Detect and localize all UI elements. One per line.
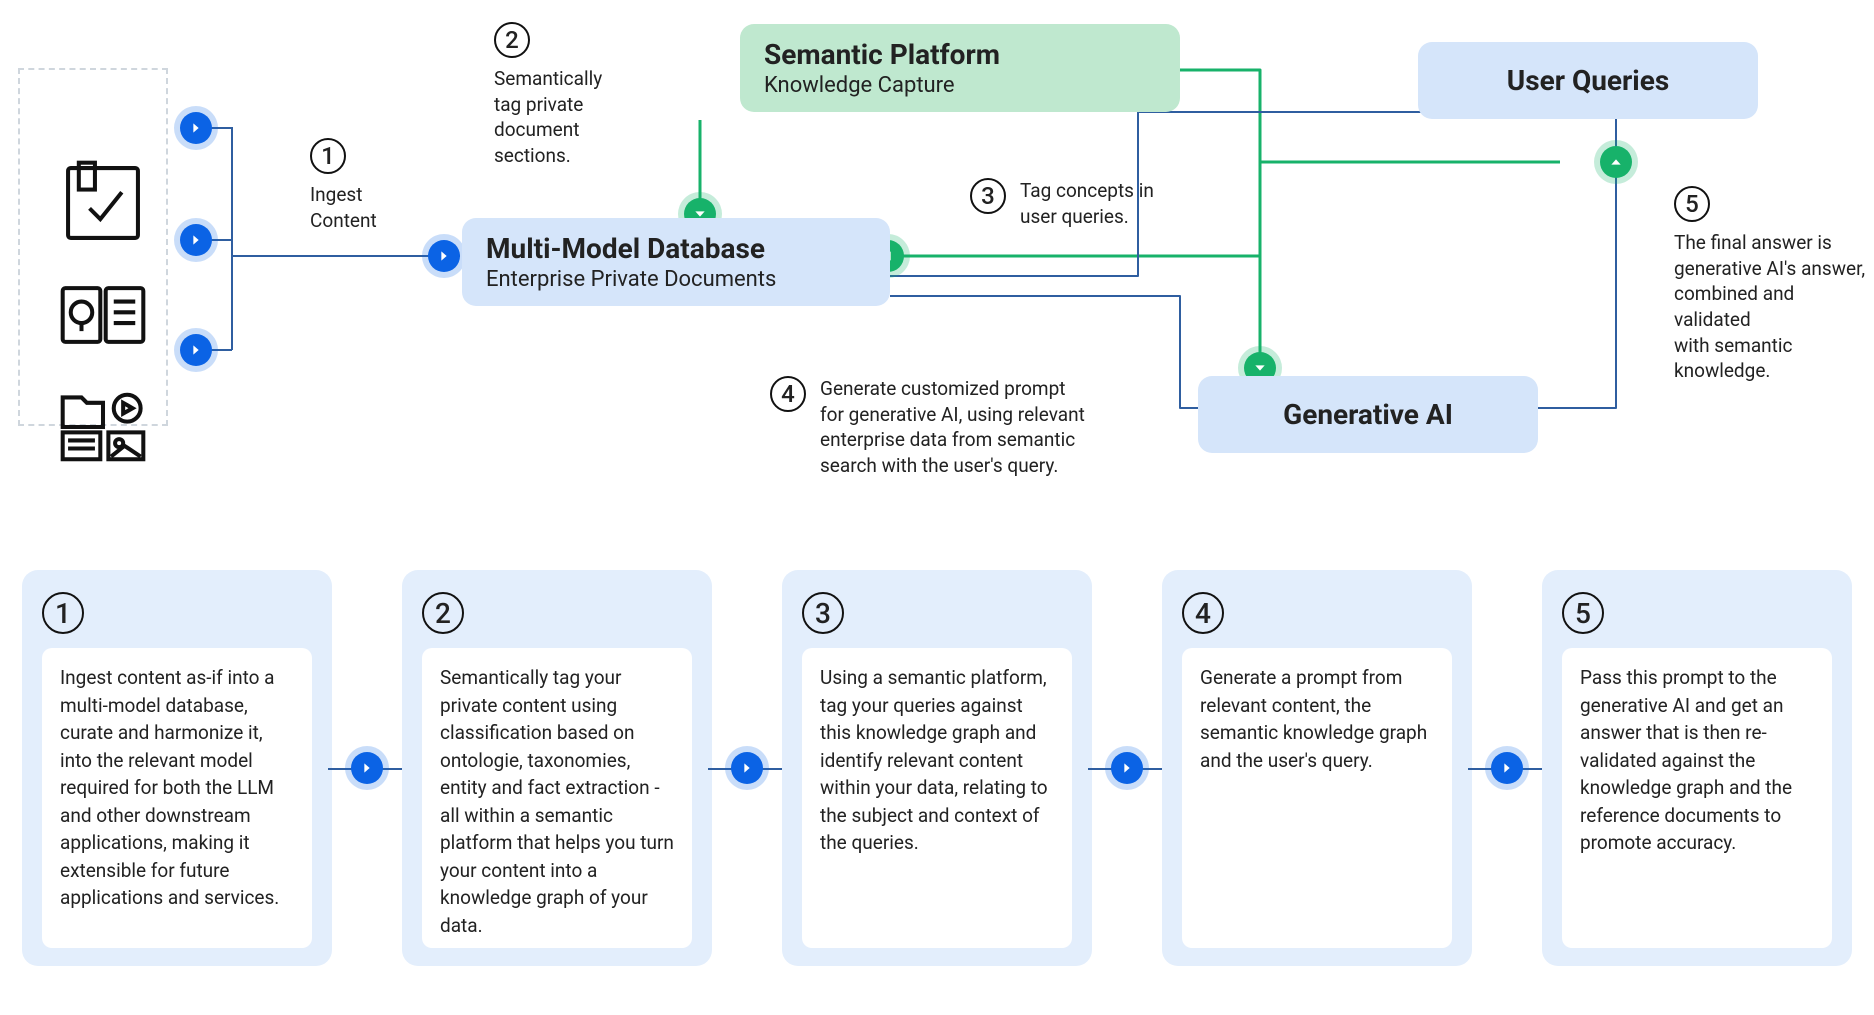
- annotation-5-number: 5: [1674, 186, 1710, 222]
- node-queries-title: User Queries: [1442, 64, 1734, 97]
- step-1-text: Ingest content as-if into a multi-model …: [42, 648, 312, 948]
- node-semantic-platform: Semantic Platform Knowledge Capture: [740, 24, 1180, 112]
- annotation-2-text: Semantically tag private document sectio…: [494, 66, 602, 169]
- steps-row: 1 Ingest content as-if into a multi-mode…: [22, 570, 1852, 966]
- annotation-3: 3 Tag concepts in user queries.: [970, 178, 1154, 229]
- node-db-title: Multi-Model Database: [486, 232, 866, 265]
- step-1-number: 1: [42, 592, 84, 634]
- arrow-right-icon: [351, 752, 383, 784]
- step-card-1: 1 Ingest content as-if into a multi-mode…: [22, 570, 332, 966]
- annotation-1-number: 1: [310, 138, 346, 174]
- arrow-dot-ingest-3: [180, 334, 212, 366]
- annotation-3-number: 3: [970, 178, 1006, 214]
- step-card-3: 3 Using a semantic platform, tag your qu…: [782, 570, 1092, 966]
- step-4-number: 4: [1182, 592, 1224, 634]
- step-connector-2-3: [712, 570, 782, 966]
- node-semantic-sub: Knowledge Capture: [764, 73, 1156, 98]
- node-generative-ai: Generative AI: [1198, 376, 1538, 453]
- arrow-right-icon: [731, 752, 763, 784]
- step-3-text: Using a semantic platform, tag your quer…: [802, 648, 1072, 948]
- step-5-text: Pass this prompt to the generative AI an…: [1562, 648, 1832, 948]
- step-connector-3-4: [1092, 570, 1162, 966]
- step-5-number: 5: [1562, 592, 1604, 634]
- arrow-right-icon: [1111, 752, 1143, 784]
- step-card-5: 5 Pass this prompt to the generative AI …: [1542, 570, 1852, 966]
- annotation-4-text: Generate customized prompt for generativ…: [820, 376, 1085, 479]
- step-card-4: 4 Generate a prompt from relevant conten…: [1162, 570, 1472, 966]
- annotation-1: 1 Ingest Content: [310, 138, 377, 233]
- arrow-right-icon: [1491, 752, 1523, 784]
- annotation-3-text: Tag concepts in user queries.: [1020, 178, 1154, 229]
- step-card-2: 2 Semantically tag your private content …: [402, 570, 712, 966]
- diagram-canvas: 1 Ingest Content 2 Semantically tag priv…: [0, 0, 1874, 1015]
- step-connector-4-5: [1472, 570, 1542, 966]
- annotation-5: 5 The final answer is generative AI's an…: [1674, 186, 1874, 384]
- arrow-dot-into-db: [428, 240, 460, 272]
- step-3-number: 3: [802, 592, 844, 634]
- document-check-icon: [60, 160, 146, 246]
- step-2-number: 2: [422, 592, 464, 634]
- annotation-2-number: 2: [494, 22, 530, 58]
- node-semantic-title: Semantic Platform: [764, 38, 1156, 71]
- node-db-sub: Enterprise Private Documents: [486, 267, 866, 292]
- step-2-text: Semantically tag your private content us…: [422, 648, 692, 948]
- annotation-2: 2 Semantically tag private document sect…: [494, 22, 602, 169]
- arrow-dot-ingest-1: [180, 112, 212, 144]
- arrow-dot-ingest-2: [180, 224, 212, 256]
- arrow-dot-answer-up: [1600, 146, 1632, 178]
- annotation-1-text: Ingest Content: [310, 182, 377, 233]
- node-gen-title: Generative AI: [1222, 398, 1514, 431]
- annotation-4-number: 4: [770, 376, 806, 412]
- node-user-queries: User Queries: [1418, 42, 1758, 119]
- annotation-5-text: The final answer is generative AI's answ…: [1674, 230, 1874, 384]
- sources-panel: [18, 68, 168, 426]
- step-connector-1-2: [332, 570, 402, 966]
- media-files-icon: [60, 384, 146, 470]
- annotation-4: 4 Generate customized prompt for generat…: [770, 376, 1085, 479]
- knowledge-book-icon: [60, 272, 146, 358]
- node-multi-model-db: Multi-Model Database Enterprise Private …: [462, 218, 890, 306]
- step-4-text: Generate a prompt from relevant content,…: [1182, 648, 1452, 948]
